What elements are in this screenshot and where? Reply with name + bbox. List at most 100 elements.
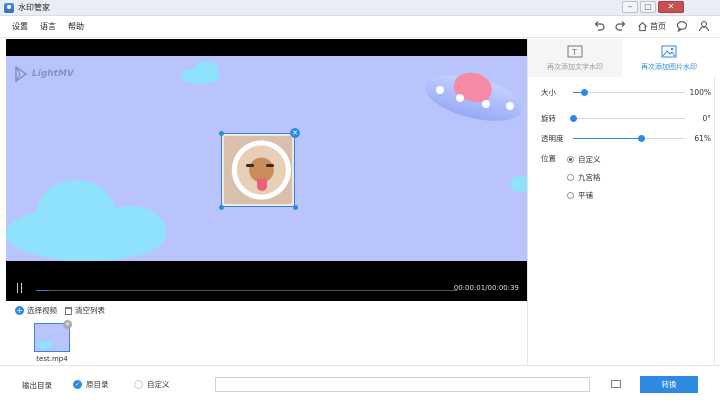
select-video-button[interactable]: + 选择视频 (15, 305, 57, 316)
watermark-tabs: T 再次添加文字水印 再次添加图片水印 (528, 39, 716, 77)
position-option-grid[interactable]: 九宫格 (567, 172, 601, 183)
chat-bubble-icon (676, 21, 688, 32)
home-button[interactable]: 首页 (637, 21, 666, 32)
position-option-tile[interactable]: 平铺 (567, 190, 593, 201)
check-icon: ✓ (73, 380, 82, 389)
position-option-grid-label: 九宫格 (578, 173, 601, 182)
rotate-label: 旋转 (541, 114, 556, 123)
output-custom-option[interactable]: 自定义 (134, 379, 170, 390)
size-row: 大小 100% (541, 87, 711, 98)
folder-icon[interactable] (611, 380, 621, 388)
menu-bar: 设置 语言 帮助 首页 (0, 16, 720, 38)
svg-text:T: T (571, 48, 577, 57)
menu-settings[interactable]: 设置 (12, 21, 28, 32)
undo-icon (594, 21, 605, 31)
menu-help[interactable]: 帮助 (68, 21, 84, 32)
undo-button[interactable] (593, 20, 605, 32)
home-icon (637, 21, 648, 31)
file-name: test.mp4 (36, 355, 68, 363)
watermark-remove-icon[interactable]: ✕ (290, 128, 300, 138)
size-slider[interactable] (573, 89, 685, 96)
redo-icon (615, 21, 626, 31)
progress-fill (36, 290, 49, 291)
cloud-top-part (194, 61, 218, 79)
position-option-custom[interactable]: 自定义 (567, 154, 601, 165)
minimize-button[interactable]: ‒ (622, 1, 638, 13)
plus-icon: + (15, 306, 24, 315)
ufo-light (482, 100, 490, 108)
ufo-light (436, 86, 444, 94)
clear-list-label: 清空列表 (75, 306, 105, 315)
resize-handle-bl[interactable] (219, 205, 224, 210)
cloud-left-part2 (96, 206, 166, 256)
position-option-custom-label: 自定义 (578, 155, 601, 164)
tab-image-watermark[interactable]: 再次添加图片水印 (622, 39, 716, 77)
close-button[interactable]: ✕ (658, 1, 684, 13)
menu-language[interactable]: 语言 (40, 21, 56, 32)
radio-grid[interactable] (567, 174, 574, 181)
opacity-value: 61% (694, 134, 711, 143)
clear-list-button[interactable]: 清空列表 (65, 305, 105, 316)
settings-panel: T 再次添加文字水印 再次添加图片水印 大小 100% 旋转 0° 透明度 61… (527, 39, 716, 365)
home-label: 首页 (650, 21, 666, 31)
position-option-tile-label: 平铺 (578, 191, 593, 200)
thumbnail-cloud (37, 341, 53, 349)
rotate-slider[interactable] (570, 115, 685, 122)
rotate-value: 0° (702, 114, 711, 123)
text-watermark-icon: T (567, 45, 583, 57)
output-bar: 输出目录 ✓ 原目录 自定义 转换 (0, 365, 720, 405)
file-actions: + 选择视频 清空列表 (15, 305, 105, 316)
output-path-input[interactable] (215, 377, 590, 392)
image-watermark[interactable] (221, 133, 295, 207)
lightmv-logo-icon (15, 66, 28, 82)
radio-tile[interactable] (567, 192, 574, 199)
size-label: 大小 (541, 88, 556, 97)
dog-tongue (257, 179, 267, 191)
radio-output-custom (134, 380, 143, 389)
opacity-label: 透明度 (541, 134, 564, 143)
size-slider-knob[interactable] (581, 89, 589, 96)
output-original-label: 原目录 (86, 380, 109, 389)
dog-eye (246, 164, 254, 167)
redo-button[interactable] (615, 20, 627, 32)
account-button[interactable] (698, 20, 710, 32)
rotate-row: 旋转 0° (541, 113, 711, 124)
ufo-light (456, 94, 464, 102)
timecode: 00:00:01/00:00:39 (453, 284, 519, 292)
lightmv-logo-text: LightMV (32, 69, 74, 79)
ufo-light (506, 102, 514, 110)
image-watermark-icon (661, 45, 677, 57)
output-original-option[interactable]: ✓ 原目录 (73, 379, 109, 390)
opacity-slider-knob[interactable] (638, 135, 646, 142)
tab-text-watermark-label: 再次添加文字水印 (547, 62, 603, 71)
pause-button[interactable] (17, 283, 22, 293)
tab-image-watermark-label: 再次添加图片水印 (641, 62, 697, 71)
window-title: 水印管家 (18, 3, 50, 12)
opacity-row: 透明度 61% (541, 133, 711, 144)
remove-file-icon[interactable]: ✕ (63, 320, 72, 329)
feedback-button[interactable] (676, 20, 688, 32)
progress-bar[interactable] (36, 290, 458, 291)
cloud-right (510, 176, 527, 192)
restore-button[interactable]: ▢ (640, 1, 656, 13)
radio-custom[interactable] (567, 156, 574, 163)
toolbar: 首页 (593, 20, 710, 32)
lightmv-logo: LightMV (14, 66, 74, 82)
dog-eye (266, 164, 274, 167)
rotate-slider-knob[interactable] (570, 115, 577, 122)
dog-photo (224, 136, 292, 204)
tab-text-watermark[interactable]: T 再次添加文字水印 (528, 39, 622, 77)
size-value: 100% (689, 88, 711, 97)
video-preview: LightMV ✕ 00:00:01/00:00:39 (6, 39, 527, 301)
resize-handle-tl[interactable] (219, 131, 224, 136)
app-icon (4, 2, 14, 13)
select-video-label: 选择视频 (27, 306, 57, 315)
playback-controls: 00:00:01/00:00:39 (6, 277, 527, 301)
output-custom-label: 自定义 (147, 380, 170, 389)
convert-button[interactable]: 转换 (640, 376, 698, 393)
file-list: + 选择视频 清空列表 ✕ test.mp4 (6, 301, 527, 365)
opacity-slider[interactable] (573, 135, 685, 142)
window-controls: ‒ ▢ ✕ (622, 1, 684, 13)
resize-handle-br[interactable] (293, 205, 298, 210)
trash-icon (65, 306, 72, 315)
